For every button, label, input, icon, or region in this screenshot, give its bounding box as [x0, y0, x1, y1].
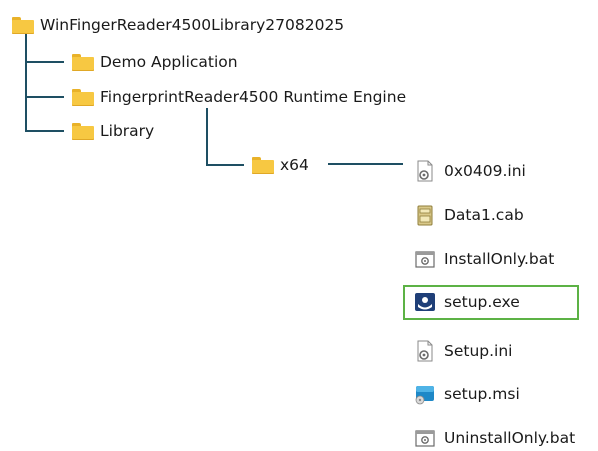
tree-folder-x64[interactable]: x64	[252, 152, 309, 178]
batch-file-icon	[415, 430, 435, 447]
file-label: InstallOnly.bat	[444, 250, 555, 268]
folder-label: Demo Application	[100, 53, 238, 71]
tree-connector-runtime	[25, 96, 64, 98]
file-label: setup.msi	[444, 385, 520, 403]
file-item-0x0409-ini[interactable]: 0x0409.ini	[414, 158, 526, 184]
folder-label: WinFingerReader4500Library27082025	[40, 16, 345, 34]
file-label: Setup.ini	[444, 342, 513, 360]
batch-file-icon	[415, 251, 435, 268]
ini-settings-icon	[417, 340, 433, 362]
tree-connector-library	[25, 130, 64, 132]
tree-connector-x64	[206, 164, 244, 166]
tree-connector-files	[328, 163, 403, 165]
tree-connector-vertical-root	[25, 31, 27, 131]
folder-label: FingerprintReader4500 Runtime Engine	[100, 88, 407, 106]
tree-connector-vertical-runtime	[206, 108, 208, 166]
ini-settings-icon	[417, 160, 433, 182]
tree-folder-runtime-engine[interactable]: FingerprintReader4500 Runtime Engine	[72, 84, 406, 110]
file-label: 0x0409.ini	[444, 162, 526, 180]
setup-exe-icon	[415, 293, 435, 311]
folder-icon	[72, 53, 94, 71]
folder-label: Library	[100, 122, 155, 140]
file-item-setup-msi[interactable]: setup.msi	[414, 381, 520, 407]
file-label: setup.exe	[444, 293, 520, 311]
file-label: Data1.cab	[444, 206, 524, 224]
folder-icon	[72, 88, 94, 106]
tree-connector-demo	[25, 61, 64, 63]
folder-label: x64	[280, 156, 309, 174]
folder-icon	[252, 156, 274, 174]
file-label: UninstallOnly.bat	[444, 429, 576, 447]
file-item-installonly-bat[interactable]: InstallOnly.bat	[414, 246, 554, 272]
tree-root-folder[interactable]: WinFingerReader4500Library27082025	[12, 12, 344, 38]
folder-icon	[72, 122, 94, 140]
msi-installer-icon	[415, 386, 434, 405]
folder-icon	[12, 16, 34, 34]
file-item-setup-ini[interactable]: Setup.ini	[414, 338, 512, 364]
tree-folder-library[interactable]: Library	[72, 118, 154, 144]
file-item-data1-cab[interactable]: Data1.cab	[414, 202, 524, 228]
file-item-uninstallonly-bat[interactable]: UninstallOnly.bat	[414, 425, 575, 451]
file-item-setup-exe[interactable]: setup.exe	[414, 289, 520, 315]
cabinet-archive-icon	[417, 205, 433, 226]
tree-folder-demo-application[interactable]: Demo Application	[72, 49, 238, 75]
